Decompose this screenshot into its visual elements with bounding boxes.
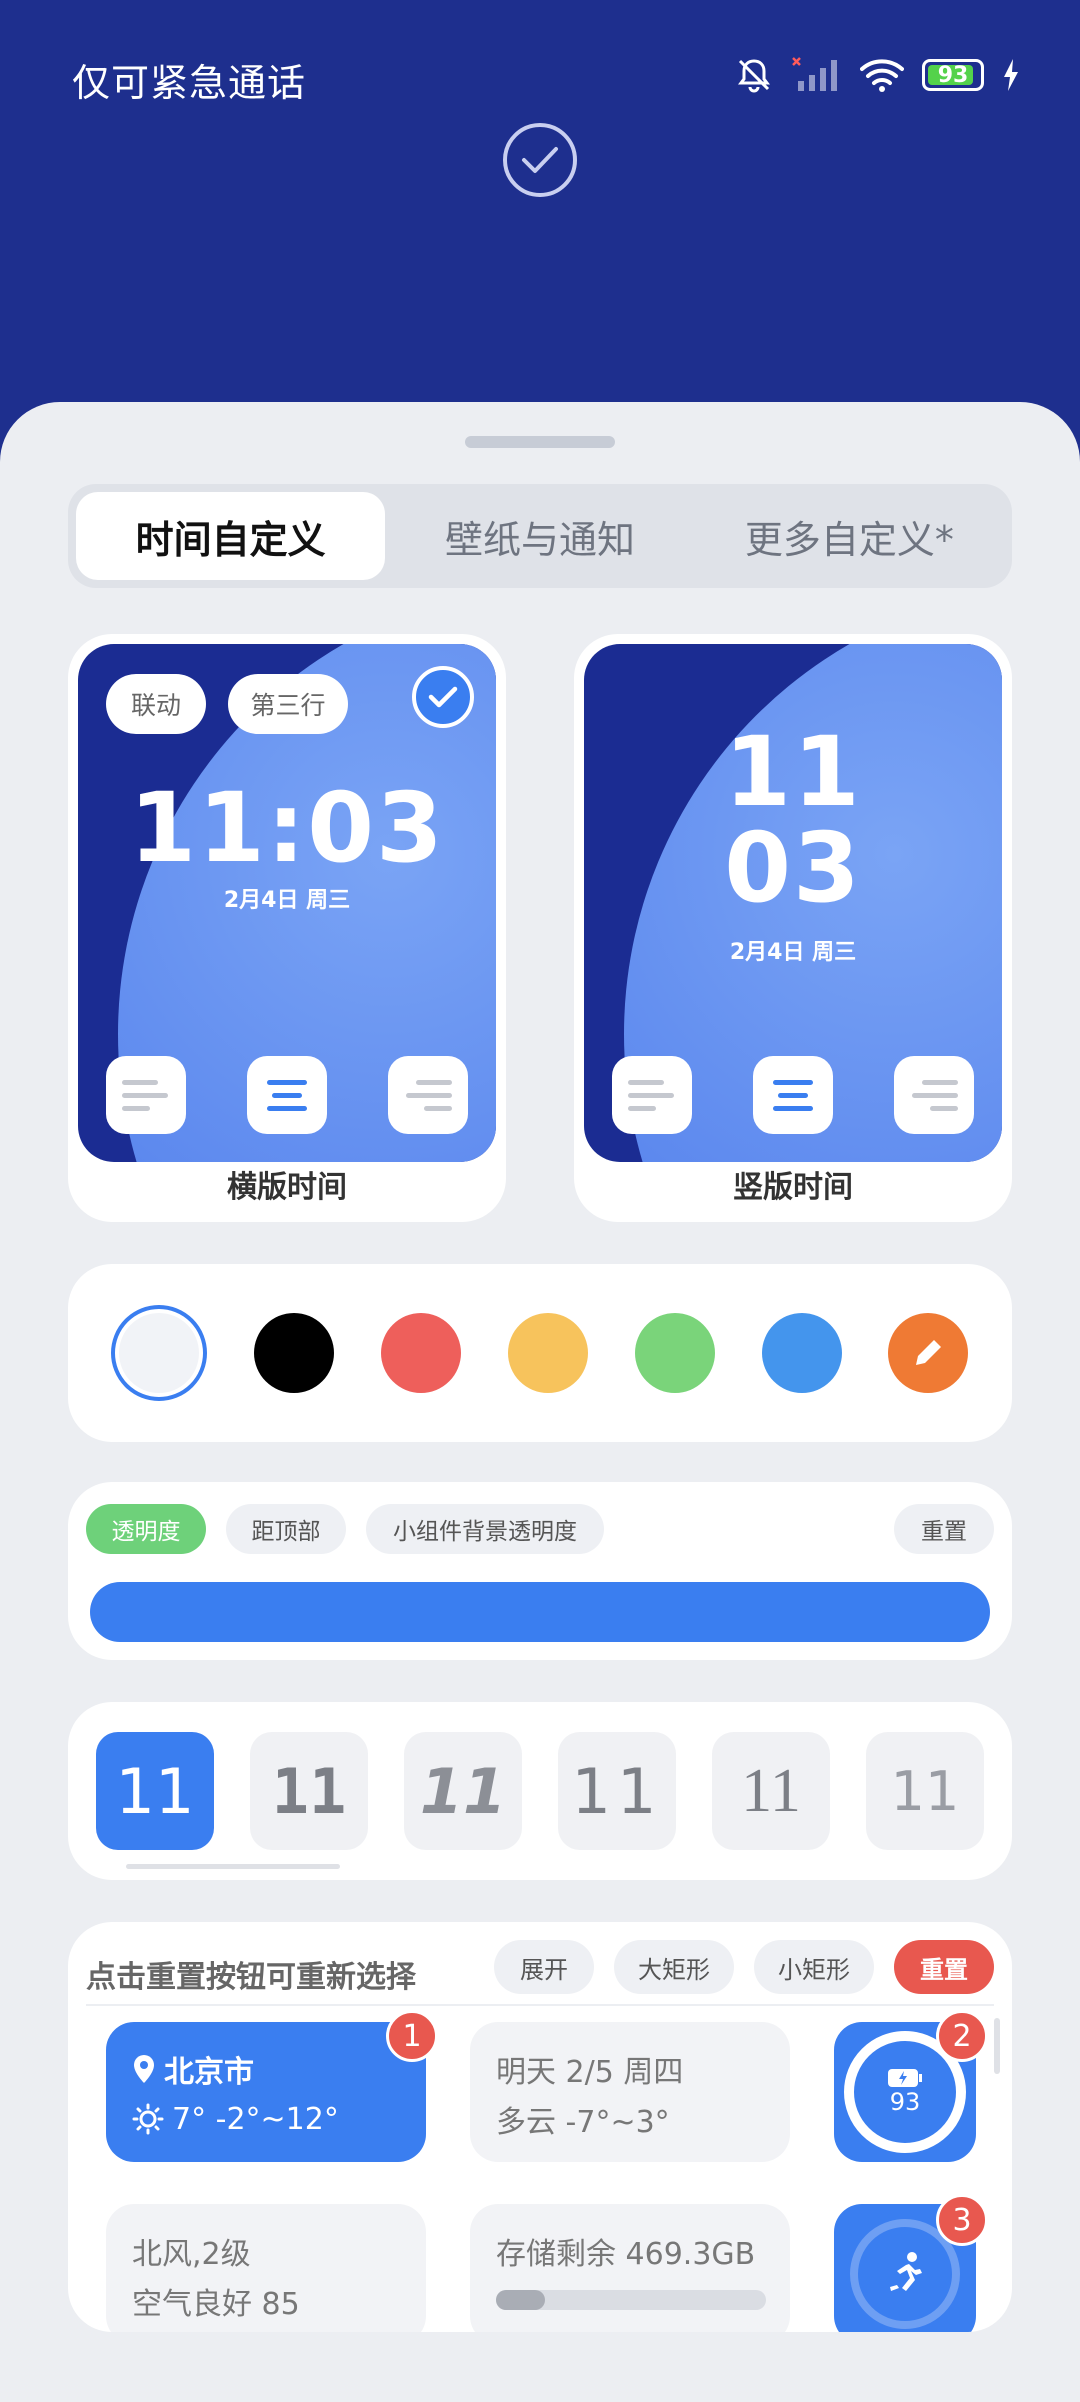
air-quality-widget[interactable]: 北风,2级 空气良好 85 <box>106 2204 426 2332</box>
font-style-2[interactable]: 11 <box>250 1732 368 1850</box>
preview-time: 11:03 <box>129 772 445 884</box>
weather-widget[interactable]: 北京市 7° -2°~12° <box>106 2022 426 2162</box>
battery-icon <box>888 2069 922 2087</box>
widget-order-badge: 1 <box>386 2010 438 2062</box>
swatch-green[interactable] <box>634 1313 715 1393</box>
vertical-time-preview: 11 03 2月4日 周三 <box>584 644 1002 1162</box>
vertical-time-card[interactable]: 11 03 2月4日 周三 竖版时间 <box>574 634 1012 1222</box>
align-center-button[interactable] <box>753 1056 833 1134</box>
align-right-button[interactable] <box>894 1056 974 1134</box>
font-style-6[interactable]: 11 <box>866 1732 984 1850</box>
color-picker <box>68 1264 1012 1442</box>
tab-time-custom[interactable]: 时间自定义 <box>76 492 386 580</box>
running-icon <box>890 2252 922 2291</box>
selected-check-badge <box>412 666 474 728</box>
confirm-check-button[interactable] <box>503 123 577 197</box>
font-style-3[interactable]: 11 <box>404 1732 522 1850</box>
widget-bg-opacity-chip[interactable]: 小组件背景透明度 <box>366 1504 604 1554</box>
small-rect-chip[interactable]: 小矩形 <box>754 1940 874 1994</box>
tab-wallpaper-notification[interactable]: 壁纸与通知 <box>385 492 694 580</box>
swatch-blue[interactable] <box>761 1313 842 1393</box>
wind-info: 北风,2级 <box>132 2237 251 2272</box>
align-left-button[interactable] <box>106 1056 186 1134</box>
swatch-yellow[interactable] <box>507 1313 588 1393</box>
custom-color-button[interactable] <box>888 1313 969 1393</box>
preview-hour: 11 <box>724 716 862 828</box>
sun-icon <box>132 2103 164 2135</box>
swatch-red[interactable] <box>381 1313 462 1393</box>
carrier-text: 仅可紧急通话 <box>72 61 307 105</box>
font-style-5[interactable]: 11 <box>712 1732 830 1850</box>
swatch-black[interactable] <box>254 1313 335 1393</box>
forecast-day: 明天 2/5 周四 <box>496 2055 684 2090</box>
align-right-button[interactable] <box>388 1056 468 1134</box>
preview-date: 2月4日 周三 <box>729 940 857 965</box>
widget-order-badge: 2 <box>936 2010 988 2062</box>
expand-chip[interactable]: 展开 <box>494 1940 594 1994</box>
widget-scroll-indicator <box>994 2018 1000 2074</box>
no-signal-icon <box>792 57 837 91</box>
font-scroll-indicator <box>126 1864 340 1869</box>
widget-hint: 点击重置按钮可重新选择 <box>86 1960 416 1995</box>
mute-icon <box>738 59 770 93</box>
adjust-slider-card: 透明度 距顶部 小组件背景透明度 重置 <box>68 1482 1012 1660</box>
font-style-1[interactable]: 11 <box>96 1732 214 1850</box>
weather-city: 北京市 <box>164 2055 254 2090</box>
link-chip[interactable]: 联动 <box>106 674 206 734</box>
storage-label: 存储剩余 469.3GB <box>496 2237 756 2272</box>
wifi-icon <box>860 59 904 92</box>
top-distance-chip[interactable]: 距顶部 <box>226 1504 346 1554</box>
opacity-slider[interactable] <box>90 1582 990 1642</box>
status-icons: 93 <box>734 55 1020 95</box>
storage-bar <box>496 2290 766 2310</box>
location-pin-icon <box>134 2055 154 2083</box>
customization-sheet: 时间自定义 壁纸与通知 更多自定义* 联动 第三行 11:03 2月4日 周三 … <box>0 402 1080 2402</box>
storage-widget[interactable]: 存储剩余 469.3GB <box>470 2204 790 2332</box>
preview-date: 2月4日 周三 <box>223 888 351 913</box>
align-center-button[interactable] <box>247 1056 327 1134</box>
battery-icon: 93 <box>922 59 984 91</box>
air-quality-info: 空气良好 85 <box>132 2287 300 2322</box>
large-rect-chip[interactable]: 大矩形 <box>614 1940 734 1994</box>
weather-temp: 7° -2°~12° <box>172 2101 339 2137</box>
forecast-widget[interactable]: 明天 2/5 周四 多云 -7°~3° <box>470 2022 790 2162</box>
battery-widget-value: 93 <box>889 2088 921 2116</box>
tab-more-custom[interactable]: 更多自定义* <box>695 492 1004 580</box>
align-left-button[interactable] <box>612 1056 692 1134</box>
pencil-icon <box>916 1340 942 1365</box>
slider-reset-button[interactable]: 重置 <box>894 1504 994 1554</box>
font-style-picker: 11 11 11 11 11 11 <box>68 1702 1012 1880</box>
widget-order-badge: 3 <box>936 2194 988 2246</box>
widget-picker: 点击重置按钮可重新选择 展开 大矩形 小矩形 重置 北京市 7° -2°~12°… <box>68 1922 1012 2332</box>
forecast-weather: 多云 -7°~3° <box>496 2105 670 2140</box>
widget-reset-button[interactable]: 重置 <box>894 1940 994 1994</box>
horizontal-time-preview: 联动 第三行 11:03 2月4日 周三 <box>78 644 496 1162</box>
check-icon <box>522 147 558 173</box>
horizontal-time-label: 横版时间 <box>227 1170 347 1205</box>
preview-minute: 03 <box>724 812 862 924</box>
opacity-chip[interactable]: 透明度 <box>86 1504 206 1554</box>
sheet-drag-handle[interactable] <box>465 436 615 448</box>
vertical-time-label: 竖版时间 <box>733 1170 853 1205</box>
tab-bar: 时间自定义 壁纸与通知 更多自定义* <box>68 484 1012 588</box>
battery-level: 93 <box>937 62 969 88</box>
status-bar: 仅可紧急通话 93 <box>0 0 1080 197</box>
check-icon <box>428 686 458 708</box>
font-style-4[interactable]: 11 <box>558 1732 676 1850</box>
divider <box>86 2004 994 2006</box>
horizontal-time-card[interactable]: 联动 第三行 11:03 2月4日 周三 横版时间 <box>68 634 506 1222</box>
swatch-light[interactable] <box>111 1305 208 1401</box>
charging-icon <box>1004 59 1018 91</box>
third-row-chip[interactable]: 第三行 <box>228 674 348 734</box>
